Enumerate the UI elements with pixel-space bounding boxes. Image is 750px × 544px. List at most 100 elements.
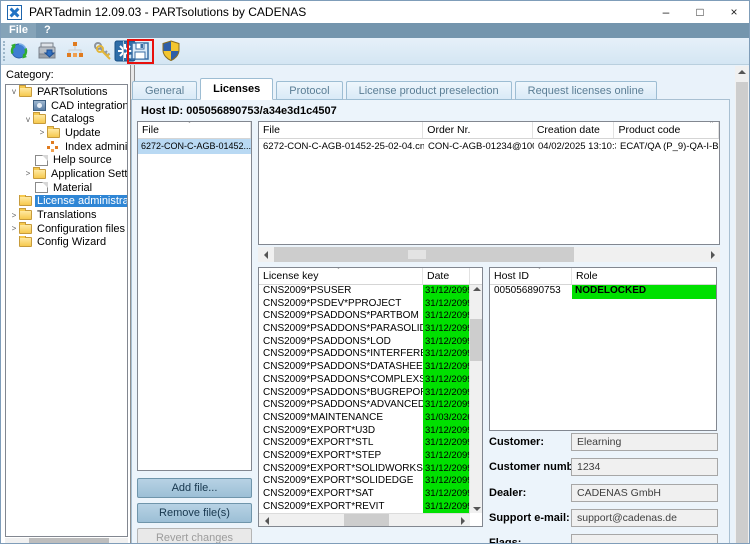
tab[interactable]: Licenses	[200, 78, 273, 100]
tree-item[interactable]: > Application Settings	[6, 167, 127, 181]
tree-item-label: PARTsolutions	[35, 86, 110, 98]
license-key-row[interactable]: CNS2009*EXPORT*SAT 31/12/2099	[259, 488, 470, 501]
tree-item[interactable]: > Update	[6, 126, 127, 140]
update-icon[interactable]	[8, 40, 30, 62]
tree-item[interactable]: v PARTsolutions	[6, 85, 127, 99]
tree-item-label: Help source	[51, 154, 114, 166]
install-icon[interactable]	[36, 40, 58, 62]
license-key-row[interactable]: CNS2009*EXPORT*U3D 31/12/2099	[259, 425, 470, 438]
window-title: PARTadmin 12.09.03 - PARTsolutions by CA…	[29, 5, 306, 19]
license-key-row[interactable]: CNS2009*PSADDONS*DATASHEET 31/12/2099	[259, 361, 470, 374]
tree-item[interactable]: CAD integration	[6, 99, 127, 113]
license-expiry-date: 31/12/2099	[423, 285, 470, 298]
tree-horizontal-scrollbar[interactable]	[5, 538, 128, 544]
tab[interactable]: Protocol	[276, 81, 342, 100]
license-key-row[interactable]: CNS2009*PSADDONS*BUGREPORT 31/12/2099	[259, 387, 470, 400]
tree-item-label: License administration	[35, 195, 127, 207]
doc-icon	[35, 155, 48, 166]
field-value[interactable]: Elearning	[571, 433, 718, 451]
cad-icon	[33, 100, 46, 111]
tree-item-label: Application Settings	[49, 168, 127, 180]
minimize-button[interactable]: –	[649, 1, 683, 23]
host-role-row[interactable]: 005056890753 NODELOCKED	[490, 285, 716, 299]
license-keys-panel: ˇ License key Date CNS2009*PSUSER 31/12/…	[258, 267, 483, 527]
license-keys-icon[interactable]	[92, 40, 114, 62]
license-key-row[interactable]: CNS2009*PSADDONS*COMPLEXSEARCH 31/12/209…	[259, 374, 470, 387]
column-header-file[interactable]: File	[259, 122, 423, 138]
file-list-row[interactable]: 6272-CON-C-AGB-01452...	[138, 139, 251, 154]
license-key-row[interactable]: CNS2009*EXPORT*STL 31/12/2099	[259, 437, 470, 450]
index-administration-icon[interactable]	[64, 40, 86, 62]
tree-expander-icon[interactable]: >	[37, 128, 47, 137]
tree-item-label: Configuration files	[35, 223, 127, 235]
license-keys-vertical-scrollbar[interactable]	[469, 285, 482, 513]
license-key-row[interactable]: CNS2009*EXPORT*SOLIDEDGE 31/12/2099	[259, 475, 470, 488]
license-file-row[interactable]: 6272-CON-C-AGB-01452-25-02-04.cnsldb CON…	[259, 139, 719, 154]
license-expiry-date: 31/12/2099	[423, 374, 470, 387]
app-icon	[7, 5, 22, 20]
field-value[interactable]: 1234	[571, 458, 718, 476]
license-keys-horizontal-scrollbar[interactable]	[259, 513, 470, 526]
file-table-horizontal-scrollbar[interactable]	[258, 247, 720, 262]
column-header-order-nr[interactable]: Order Nr.	[423, 122, 533, 138]
license-expiry-date: 31/12/2099	[423, 387, 470, 400]
folder-icon	[33, 114, 46, 124]
tab[interactable]: Request licenses online	[515, 81, 657, 100]
tree-expander-icon[interactable]: v	[9, 87, 19, 96]
file-list-header[interactable]: File	[138, 122, 251, 138]
license-expiry-date: 31/12/2099	[423, 501, 470, 513]
form-row: Customer number: 1234	[489, 458, 718, 476]
title-bar: PARTadmin 12.09.03 - PARTsolutions by CA…	[1, 1, 750, 23]
host-id-value: 005056890753/a34e3d1c4507	[186, 105, 336, 117]
tree-item[interactable]: > Configuration files	[6, 222, 127, 236]
field-value[interactable]: support@cadenas.de	[571, 509, 718, 527]
column-header-product-code[interactable]: Product code	[614, 122, 719, 138]
license-key-row[interactable]: CNS2009*MAINTENANCE 31/03/2026	[259, 412, 470, 425]
tab[interactable]: License product preselection	[346, 81, 512, 100]
column-header-role[interactable]: Role	[572, 268, 716, 284]
tree-item-label: Catalogs	[49, 113, 96, 125]
tab[interactable]: General	[132, 81, 197, 100]
menu-file[interactable]: File	[1, 23, 36, 38]
tree-item-label: Material	[51, 182, 94, 194]
folder-icon	[19, 196, 32, 206]
close-button[interactable]: ×	[717, 1, 750, 23]
license-key-row[interactable]: CNS2009*PSADDONS*PARASOLID 31/12/2099	[259, 323, 470, 336]
host-role-panel: ˇ Host ID Role 005056890753 NODELOCKED	[489, 267, 717, 431]
tree-item[interactable]: Material	[6, 181, 127, 195]
license-key-row[interactable]: CNS2009*EXPORT*STEP 31/12/2099	[259, 450, 470, 463]
tree-item[interactable]: v Catalogs	[6, 112, 127, 126]
license-key-row[interactable]: CNS2009*PSDEV*PPROJECT 31/12/2099	[259, 298, 470, 311]
save-icon[interactable]	[129, 40, 151, 62]
license-key-row[interactable]: CNS2009*PSADDONS*LOD 31/12/2099	[259, 336, 470, 349]
action-button[interactable]: Revert changes	[137, 528, 252, 544]
column-header-creation-date[interactable]: Creation date	[533, 122, 615, 138]
license-key-row[interactable]: CNS2009*EXPORT*REVIT 31/12/2099	[259, 501, 470, 513]
tree-expander-icon[interactable]: >	[9, 224, 19, 233]
column-header-license-key[interactable]: License key	[259, 268, 423, 284]
column-header-host-id[interactable]: Host ID	[490, 268, 572, 284]
license-key-row[interactable]: CNS2009*PSUSER 31/12/2099	[259, 285, 470, 298]
tree-expander-icon[interactable]: v	[23, 115, 33, 124]
tree-item[interactable]: Index administration	[6, 140, 127, 154]
license-key-row[interactable]: CNS2009*PSADDONS*ADVANCEDTOPO 31/12/2099	[259, 399, 470, 412]
license-key-row[interactable]: CNS2009*PSADDONS*INTERFERENCE 31/12/2099	[259, 348, 470, 361]
action-button[interactable]: Remove file(s)	[137, 503, 252, 523]
tree-item[interactable]: License administration	[6, 195, 127, 209]
license-key-row[interactable]: CNS2009*EXPORT*SOLIDWORKS 31/12/2099	[259, 463, 470, 476]
column-header-date[interactable]: Date	[423, 268, 470, 284]
action-button[interactable]: Add file...	[137, 478, 252, 498]
menu-help[interactable]: ?	[36, 23, 59, 38]
tree-expander-icon[interactable]: >	[9, 211, 19, 220]
field-value[interactable]	[571, 534, 718, 544]
pane-vertical-scrollbar[interactable]	[735, 66, 749, 544]
license-file-list: ˇ File 6272-CON-C-AGB-01452...	[137, 121, 252, 471]
license-key-row[interactable]: CNS2009*PSADDONS*PARTBOM 31/12/2099	[259, 310, 470, 323]
maximize-button[interactable]: □	[683, 1, 717, 23]
tree-item[interactable]: > Translations	[6, 208, 127, 222]
tree-expander-icon[interactable]: >	[23, 169, 33, 178]
admin-shield-icon[interactable]	[160, 40, 182, 62]
field-value[interactable]: CADENAS GmbH	[571, 484, 718, 502]
tree-item[interactable]: Config Wizard	[6, 236, 127, 250]
tree-item[interactable]: Help source	[6, 153, 127, 167]
